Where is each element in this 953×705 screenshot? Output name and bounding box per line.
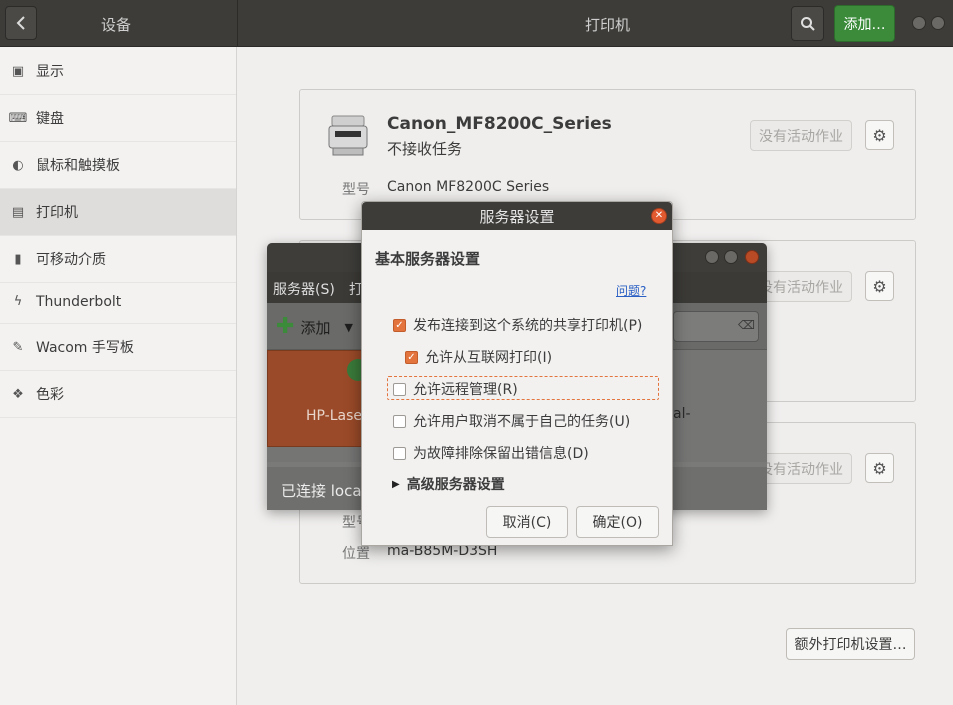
printer-device-icon bbox=[327, 112, 369, 162]
partial-printer-label: al- bbox=[673, 406, 691, 422]
location-label: 位置 bbox=[342, 546, 370, 562]
printer-status: 不接收任务 bbox=[387, 140, 463, 158]
maximize-window-button[interactable] bbox=[724, 250, 738, 264]
option-debug-logging[interactable]: 为故障排除保留出错信息(D) bbox=[393, 443, 589, 463]
model-value: Canon MF8200C Series bbox=[387, 179, 550, 195]
chevron-left-icon bbox=[16, 16, 25, 30]
color-icon: ❖ bbox=[12, 386, 24, 402]
checkbox-unchecked[interactable] bbox=[393, 382, 406, 396]
additional-printer-settings-button[interactable]: 额外打印机设置… bbox=[786, 628, 915, 660]
gear-icon: ⚙ bbox=[872, 276, 887, 296]
search-input[interactable]: ⌫ bbox=[673, 311, 759, 342]
sidebar-item-label: 色彩 bbox=[36, 387, 64, 403]
expander-label: 高级服务器设置 bbox=[406, 477, 505, 493]
triangle-right-icon: ▶ bbox=[392, 478, 400, 490]
section-heading: 基本服务器设置 bbox=[375, 250, 481, 268]
checkbox-checked[interactable]: ✓ bbox=[393, 318, 406, 332]
search-button[interactable] bbox=[791, 6, 824, 41]
sidebar-item-label: 键盘 bbox=[36, 111, 64, 127]
no-active-jobs-button[interactable]: 没有活动作业 bbox=[750, 120, 852, 151]
option-label: 允许远程管理(R) bbox=[413, 382, 518, 398]
printer-settings-button[interactable]: ⚙ bbox=[865, 271, 894, 301]
usb-drive-icon: ▮ bbox=[14, 251, 22, 267]
printer-card-label: HP-Lase bbox=[306, 408, 362, 424]
close-icon: ✕ bbox=[654, 210, 664, 221]
option-cancel-any-job[interactable]: 允许用户取消不属于自己的任务(U) bbox=[393, 411, 630, 431]
minimize-window-button[interactable] bbox=[705, 250, 719, 264]
mouse-icon: ◐ bbox=[12, 157, 24, 173]
minimize-window-button[interactable] bbox=[912, 16, 926, 30]
connection-status: 已连接 local bbox=[281, 482, 366, 500]
close-window-button[interactable] bbox=[745, 250, 759, 264]
option-label: 为故障排除保留出错信息(D) bbox=[413, 446, 589, 462]
sidebar-item-keyboard[interactable]: ⌨ 键盘 bbox=[0, 95, 236, 142]
add-label: 添加 bbox=[300, 318, 331, 337]
sidebar-item-mouse[interactable]: ◐ 鼠标和触摸板 bbox=[0, 142, 236, 189]
ok-button[interactable]: 确定(O) bbox=[576, 506, 659, 538]
maximize-window-button[interactable] bbox=[931, 16, 945, 30]
section-title: 设备 bbox=[101, 16, 132, 34]
printer-settings-button[interactable]: ⚙ bbox=[865, 453, 894, 483]
add-printer-toolbar-button[interactable]: ✚ 添加 ▼ bbox=[276, 316, 353, 338]
printer-settings-button[interactable]: ⚙ bbox=[865, 120, 894, 150]
sidebar-item-color[interactable]: ❖ 色彩 bbox=[0, 371, 236, 418]
option-remote-admin[interactable]: 允许远程管理(R) bbox=[393, 379, 518, 399]
sidebar-item-label: 显示 bbox=[36, 64, 64, 80]
search-icon bbox=[800, 16, 815, 31]
sidebar-item-display[interactable]: ▣ 显示 bbox=[0, 48, 236, 95]
model-label: 型号 bbox=[342, 182, 370, 198]
printer-icon: ▤ bbox=[11, 204, 25, 220]
header-divider bbox=[237, 0, 238, 47]
keyboard-icon: ⌨ bbox=[8, 110, 28, 126]
sidebar-item-printers[interactable]: ▤ 打印机 bbox=[0, 189, 236, 236]
tablet-icon: ✎ bbox=[12, 339, 24, 355]
cancel-button[interactable]: 取消(C) bbox=[486, 506, 568, 538]
clear-icon[interactable]: ⌫ bbox=[738, 318, 755, 332]
chevron-down-icon: ▼ bbox=[344, 320, 353, 334]
gear-icon: ⚙ bbox=[872, 458, 887, 478]
sidebar-item-label: Thunderbolt bbox=[36, 293, 122, 310]
dialog-title: 服务器设置 bbox=[362, 202, 672, 230]
back-button[interactable] bbox=[5, 6, 37, 40]
printer-name: Canon_MF8200C_Series bbox=[387, 114, 612, 134]
option-publish-shared[interactable]: ✓ 发布连接到这个系统的共享打印机(P) bbox=[393, 315, 642, 335]
option-label: 允许用户取消不属于自己的任务(U) bbox=[413, 414, 631, 430]
checkbox-checked[interactable]: ✓ bbox=[405, 350, 418, 364]
thunderbolt-icon: ϟ bbox=[13, 294, 23, 309]
sidebar-item-removable-media[interactable]: ▮ 可移动介质 bbox=[0, 236, 236, 283]
option-label: 允许从互联网打印(I) bbox=[425, 350, 553, 366]
checkbox-unchecked[interactable] bbox=[393, 414, 406, 428]
printer-card-selected[interactable]: HP-Lase bbox=[267, 350, 369, 447]
checkbox-unchecked[interactable] bbox=[393, 446, 406, 460]
sidebar-item-label: 可移动介质 bbox=[36, 252, 106, 268]
server-settings-dialog: 服务器设置 ✕ 基本服务器设置 问题? ✓ 发布连接到这个系统的共享打印机(P)… bbox=[361, 201, 673, 546]
sidebar-item-label: Wacom 手写板 bbox=[36, 340, 134, 356]
display-icon: ▣ bbox=[11, 63, 25, 79]
page-title: 打印机 bbox=[585, 16, 631, 34]
gear-icon: ⚙ bbox=[872, 125, 887, 145]
option-label: 发布连接到这个系统的共享打印机(P) bbox=[413, 318, 643, 334]
sidebar-item-label: 打印机 bbox=[36, 205, 78, 221]
sidebar-item-wacom[interactable]: ✎ Wacom 手写板 bbox=[0, 324, 236, 371]
plus-icon: ✚ bbox=[276, 314, 295, 339]
option-internet-printing[interactable]: ✓ 允许从互联网打印(I) bbox=[405, 347, 552, 367]
sidebar-item-thunderbolt[interactable]: ϟ Thunderbolt bbox=[0, 280, 236, 324]
close-dialog-button[interactable]: ✕ bbox=[651, 208, 667, 224]
sidebar-item-label: 鼠标和触摸板 bbox=[36, 158, 120, 174]
add-printer-button[interactable]: 添加… bbox=[834, 5, 895, 42]
advanced-settings-expander[interactable]: ▶ 高级服务器设置 bbox=[392, 474, 505, 494]
help-link[interactable]: 问题? bbox=[616, 282, 646, 299]
menu-server[interactable]: 服务器(S) bbox=[273, 279, 335, 299]
